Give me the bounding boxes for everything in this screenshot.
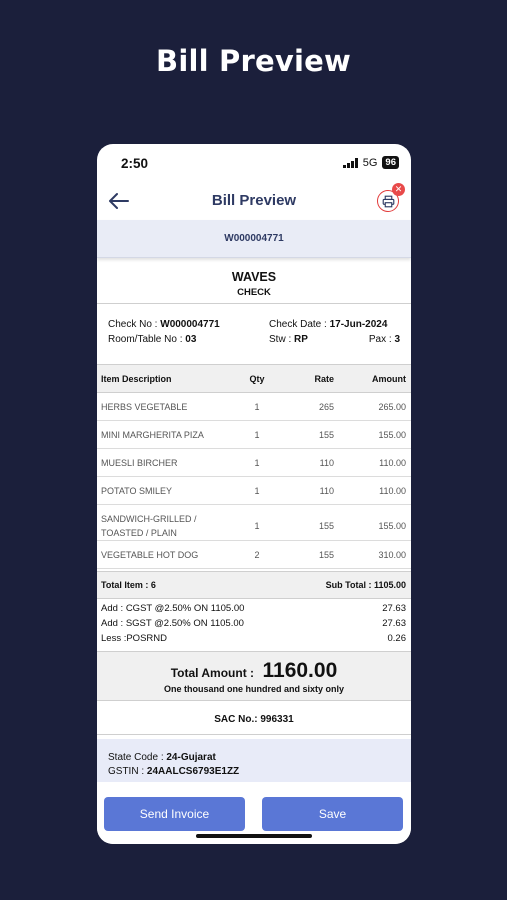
totals-line: Total Item : 6 Sub Total : 1105.00 [97,571,411,599]
check-number-banner: W000004771 [97,220,411,258]
gst-info: State Code : 24-Gujarat GSTIN : 24AALCS6… [97,739,411,785]
bill-info: Check No : W000004771 Check Date : 17-Ju… [97,304,411,364]
gstin: GSTIN : 24AALCS6793E1ZZ [108,766,240,777]
table-row: MINI MARGHERITA PIZA 1 155 155.00 [97,420,411,449]
page-title: Bill Preview [211,192,297,209]
header-qty: Qty [227,364,287,393]
tax-line: Add : SGST @2.50% ON 1105.00 27.63 [101,618,406,629]
header-amount: Amount [342,364,411,393]
total-in-words: One thousand one hundred and sixty only [163,684,344,694]
total-amount-box: Total Amount : 1160.00 One thousand one … [97,651,411,701]
steward-field: Stw : RP [269,334,308,345]
status-time: 2:50 [121,156,149,171]
print-button[interactable]: ✕ [377,183,405,212]
tax-lines: Add : CGST @2.50% ON 1105.00 27.63 Add : … [97,599,411,651]
room-field: Room/Table No : 03 [108,334,197,345]
status-indicators: 5G 96 [343,156,399,169]
tax-line: Less :POSRND 0.26 [101,633,406,644]
bill-body: WAVES CHECK Check No : W000004771 Check … [97,262,411,785]
printer-icon [382,195,394,207]
promo-headline: Bill Preview [156,44,351,78]
table-row: POTATO SMILEY 1 110 110.00 [97,476,411,505]
home-indicator [196,834,312,838]
document-type: CHECK [237,287,271,298]
total-amount-value: 1160.00 [262,659,338,682]
tax-line: Add : CGST @2.50% ON 1105.00 27.63 [101,603,406,614]
sub-total: Sub Total : 1105.00 [325,580,406,590]
state-code: State Code : 24-Gujarat [108,752,216,763]
pax-field: Pax : 3 [368,334,400,345]
check-date-field: Check Date : 17-Jun-2024 [269,319,388,330]
close-badge-icon[interactable]: ✕ [392,183,405,196]
battery-icon: 96 [382,156,399,169]
sac-number: SAC No.: 996331 [97,705,411,735]
header-rate: Rate [287,364,342,393]
total-amount-label: Total Amount : [170,666,255,680]
action-footer: Send Invoice Save [97,782,411,844]
total-items: Total Item : 6 [101,580,156,590]
table-row: MUESLI BIRCHER 1 110 110.00 [97,448,411,477]
table-row: VEGETABLE HOT DOG 2 155 310.00 [97,540,411,569]
items-table: Item Description Qty Rate Amount HERBS V… [97,364,411,569]
app-bar: Bill Preview ✕ [97,182,411,220]
header-description: Item Description [97,364,227,393]
table-row: SANDWICH-GRILLED / TOASTED / PLAIN 1 155 15… [97,504,411,541]
phone-screen: 2:50 5G 96 Bill Preview ✕ W000004771 WAV… [97,144,411,844]
signal-icon [343,157,358,168]
check-no-field: Check No : W000004771 [108,319,220,330]
network-label: 5G [362,156,378,169]
status-bar: 2:50 5G 96 [97,144,411,182]
table-row: HERBS VEGETABLE 1 265 265.00 [97,392,411,421]
save-button[interactable]: Save [262,797,403,831]
send-invoice-button[interactable]: Send Invoice [104,797,245,831]
outlet-name: WAVES [231,270,277,284]
